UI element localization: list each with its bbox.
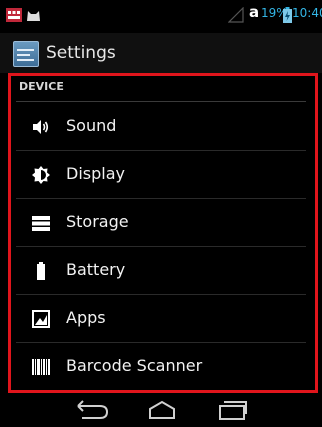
section-divider — [16, 101, 306, 102]
page-title: Settings — [46, 43, 116, 63]
settings-item-label: Barcode Scanner — [66, 356, 203, 375]
settings-list: DEVICE Sound Display Storage Battery App… — [8, 73, 318, 393]
storage-icon — [32, 216, 50, 231]
section-header: DEVICE — [19, 80, 64, 93]
action-bar: Settings — [0, 33, 322, 73]
battery-charging-icon — [283, 7, 292, 23]
settings-item-label: Display — [66, 164, 125, 183]
apps-icon — [32, 310, 50, 328]
settings-item-sound[interactable]: Sound — [11, 103, 315, 151]
sms-icon — [6, 8, 22, 22]
cat-icon — [27, 11, 40, 21]
status-time: 10:40 — [292, 6, 322, 20]
settings-item-label: Storage — [66, 212, 129, 231]
back-icon[interactable] — [72, 398, 112, 422]
signal-icon — [228, 7, 244, 23]
battery-icon — [37, 262, 45, 280]
sound-icon — [33, 120, 49, 134]
barcode-icon — [32, 359, 50, 375]
settings-item-label: Apps — [66, 308, 106, 327]
a-icon: a — [249, 3, 260, 21]
navigation-bar — [0, 393, 322, 427]
home-icon[interactable] — [142, 398, 182, 422]
status-bar: a 19% 10:40 — [0, 0, 322, 33]
settings-item-label: Battery — [66, 260, 126, 279]
settings-item-battery[interactable]: Battery — [11, 247, 315, 295]
settings-app-icon[interactable] — [13, 41, 39, 67]
settings-item-display[interactable]: Display — [11, 151, 315, 199]
settings-item-barcode-scanner[interactable]: Barcode Scanner — [11, 343, 315, 390]
settings-item-label: Sound — [66, 116, 117, 135]
settings-item-storage[interactable]: Storage — [11, 199, 315, 247]
recents-icon[interactable] — [212, 398, 252, 422]
settings-item-apps[interactable]: Apps — [11, 295, 315, 343]
display-icon — [32, 166, 50, 184]
